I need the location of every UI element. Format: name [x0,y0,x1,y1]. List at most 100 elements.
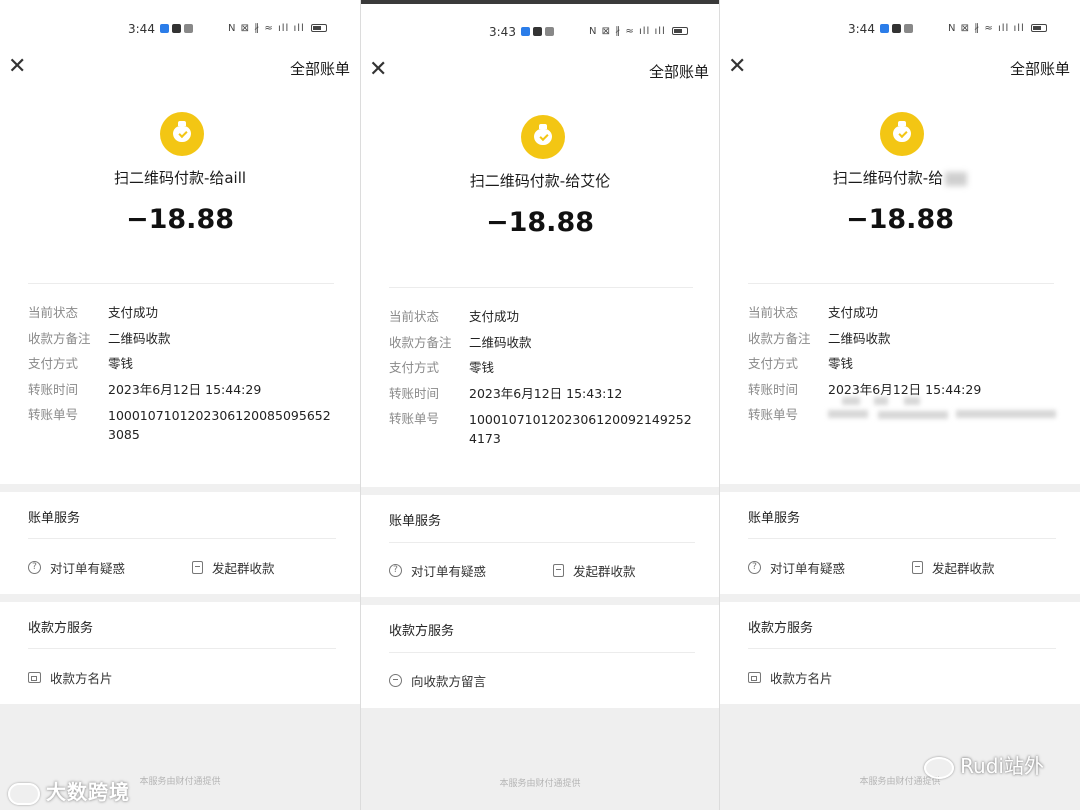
divider [28,283,334,284]
status-value: 支付成功 [469,309,520,324]
bill-service-heading: 账单服务 [748,511,801,526]
question-icon: ? [748,561,761,574]
message-payee-label: 向收款方留言 [411,674,487,689]
question-order-label: 对订单有疑惑 [50,561,126,576]
section-gap [720,594,1080,602]
wechat-icon [924,756,955,779]
redacted-name [945,171,968,186]
group-collect-button[interactable]: 发起群收款 [912,558,995,577]
payee-service-heading: 收款方服务 [748,621,814,636]
transfer-time-value: 2023年6月12日 15:44:29 [108,381,262,397]
question-order-label: 对订单有疑惑 [770,561,846,576]
document-icon [912,561,923,574]
signal-battery-icons: N ⊠ ∦ ≈ ıll ıll [589,26,688,37]
transfer-time-label: 转账时间 [748,381,799,397]
divider [748,283,1054,284]
section-gap [720,484,1080,492]
status-bar: 3:44 N ⊠ ∦ ≈ ıll ıll [0,22,360,38]
status-time: 3:44 [848,22,875,36]
payee-card-button[interactable]: 收款方名片 [748,668,833,687]
card-icon [28,672,41,683]
status-time: 3:43 [489,25,516,39]
payment-amount: −18.88 [845,204,955,235]
status-label: 当前状态 [389,309,440,324]
payee-note-label: 收款方备注 [389,334,452,350]
question-icon: ? [389,564,402,577]
notification-icons [521,27,554,36]
status-label: 当前状态 [28,305,79,320]
question-order-button[interactable]: ? 对订单有疑惑 [28,558,125,577]
document-icon [553,564,564,577]
question-order-button[interactable]: ? 对订单有疑惑 [748,558,845,577]
divider [748,648,1056,649]
section-gap [361,597,719,605]
divider [748,538,1056,539]
all-bills-link[interactable]: 全部账单 [290,58,350,79]
footer-area [361,708,719,810]
payment-method-value: 零钱 [469,360,495,375]
divider [28,648,336,649]
bill-detail-panel-1: 3:44 N ⊠ ∦ ≈ ıll ıll ✕ 全部账单 扫二维码付款-给aill… [0,0,360,810]
transfer-time-value: 2023年6月12日 15:44:29 [828,381,982,397]
status-bar: 3:43 N ⊠ ∦ ≈ ıll ıll [361,25,719,41]
all-bills-link[interactable]: 全部账单 [649,61,709,82]
status-value: 支付成功 [828,305,879,320]
status-value: 支付成功 [108,305,159,320]
money-bag-icon [160,112,204,156]
payee-service-heading: 收款方服务 [389,624,455,639]
payee-card-label: 收款方名片 [50,671,113,686]
close-icon[interactable]: ✕ [728,56,746,78]
payee-note-label: 收款方备注 [28,330,91,346]
transfer-time-value: 2023年6月12日 15:43:12 [469,385,623,401]
transfer-number-label: 转账单号 [748,407,799,422]
all-bills-link[interactable]: 全部账单 [1010,58,1070,79]
payment-method-value: 零钱 [828,356,854,371]
group-collect-button[interactable]: 发起群收款 [553,561,636,580]
payee-note-value: 二维码收款 [828,330,891,346]
watermark-left: 大数跨境 [8,776,130,805]
footer-text: 本服务由财付通提供 [499,779,581,789]
payment-method-label: 支付方式 [389,360,440,375]
divider [389,542,695,543]
payee-note-label: 收款方备注 [748,330,811,346]
payment-method-value: 零钱 [108,356,134,371]
bill-info: 当前状态 支付成功 收款方备注 二维码收款 支付方式 零钱 转账时间 2023年6月12… [748,306,1068,450]
card-icon [748,672,761,683]
chat-icon [389,674,402,687]
transfer-number-label: 转账单号 [389,411,440,426]
status-bar: 3:44 N ⊠ ∦ ≈ ıll ıll [720,22,1080,38]
group-collect-label: 发起群收款 [573,564,636,579]
transfer-time-label: 转账时间 [28,381,79,397]
transfer-number-value: 10001071012023061200850956523085 [108,408,331,442]
notification-icons [880,24,913,33]
status-label: 当前状态 [748,305,799,320]
notification-icons [160,24,193,33]
signal-battery-icons: N ⊠ ∦ ≈ ıll ıll [948,23,1047,34]
screenshot-collage: 3:44 N ⊠ ∦ ≈ ıll ıll ✕ 全部账单 扫二维码付款-给aill… [0,0,1080,810]
money-bag-icon [521,115,565,159]
question-order-button[interactable]: ? 对订单有疑惑 [389,561,486,580]
divider [389,287,693,288]
payee-card-button[interactable]: 收款方名片 [28,668,113,687]
bill-service-heading: 账单服务 [28,511,81,526]
message-payee-button[interactable]: 向收款方留言 [389,671,486,690]
transfer-number-value: 10001071012023061200921492524173 [469,412,692,446]
money-bag-icon [880,112,924,156]
watermark-left-text: 大数跨境 [46,780,130,804]
group-collect-label: 发起群收款 [212,561,275,576]
bill-detail-panel-3: 3:44 N ⊠ ∦ ≈ ıll ıll ✕ 全部账单 扫二维码付款-给 −18… [720,0,1080,810]
section-gap [361,487,719,495]
group-collect-button[interactable]: 发起群收款 [192,558,275,577]
transfer-time-label: 转账时间 [389,385,440,401]
payment-title-text: 扫二维码付款-给 [832,169,944,187]
close-icon[interactable]: ✕ [369,59,387,81]
group-collect-label: 发起群收款 [932,561,995,576]
bill-service-heading: 账单服务 [389,514,442,529]
payee-service-heading: 收款方服务 [28,621,94,636]
redacted-transfer-number [828,397,1058,438]
close-icon[interactable]: ✕ [8,56,26,78]
divider [389,652,695,653]
payee-note-value: 二维码收款 [108,330,171,346]
question-icon: ? [28,561,41,574]
payment-amount: −18.88 [485,207,595,238]
